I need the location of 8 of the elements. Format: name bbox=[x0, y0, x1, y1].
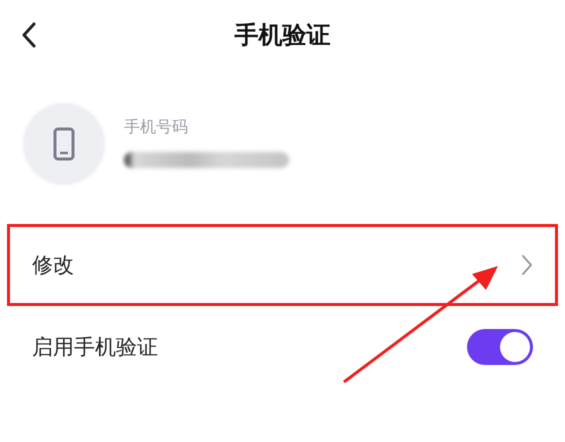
back-icon bbox=[21, 22, 37, 48]
phone-icon bbox=[53, 127, 75, 161]
toggle-switch[interactable] bbox=[467, 329, 533, 365]
page-title: 手机验证 bbox=[234, 20, 330, 51]
setting-label: 启用手机验证 bbox=[32, 334, 158, 361]
phone-label: 手机号码 bbox=[124, 116, 189, 138]
modify-link[interactable]: 修改 bbox=[32, 251, 74, 279]
chevron-right-icon[interactable] bbox=[521, 254, 533, 276]
